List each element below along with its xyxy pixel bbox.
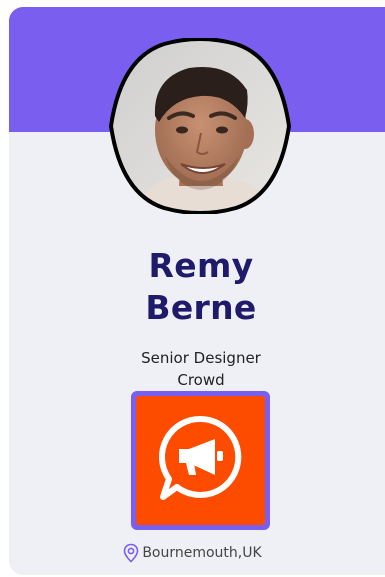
profile-name: Remy Berne <box>9 245 385 329</box>
company-logo-inner <box>136 396 265 525</box>
location-text: Bournemouth,UK <box>142 545 262 561</box>
company-logo[interactable] <box>131 391 270 530</box>
company-name: Crowd <box>177 371 225 389</box>
megaphone-chat-icon <box>158 415 241 500</box>
location: Bournemouth,UK <box>0 543 384 563</box>
first-name: Remy <box>148 246 254 285</box>
job-title: Senior Designer <box>141 349 261 367</box>
map-pin-icon <box>124 543 139 563</box>
avatar-hexagon <box>109 38 291 214</box>
last-name: Berne <box>145 288 257 327</box>
avatar <box>109 38 291 214</box>
profile-role: Senior Designer Crowd <box>9 347 385 391</box>
